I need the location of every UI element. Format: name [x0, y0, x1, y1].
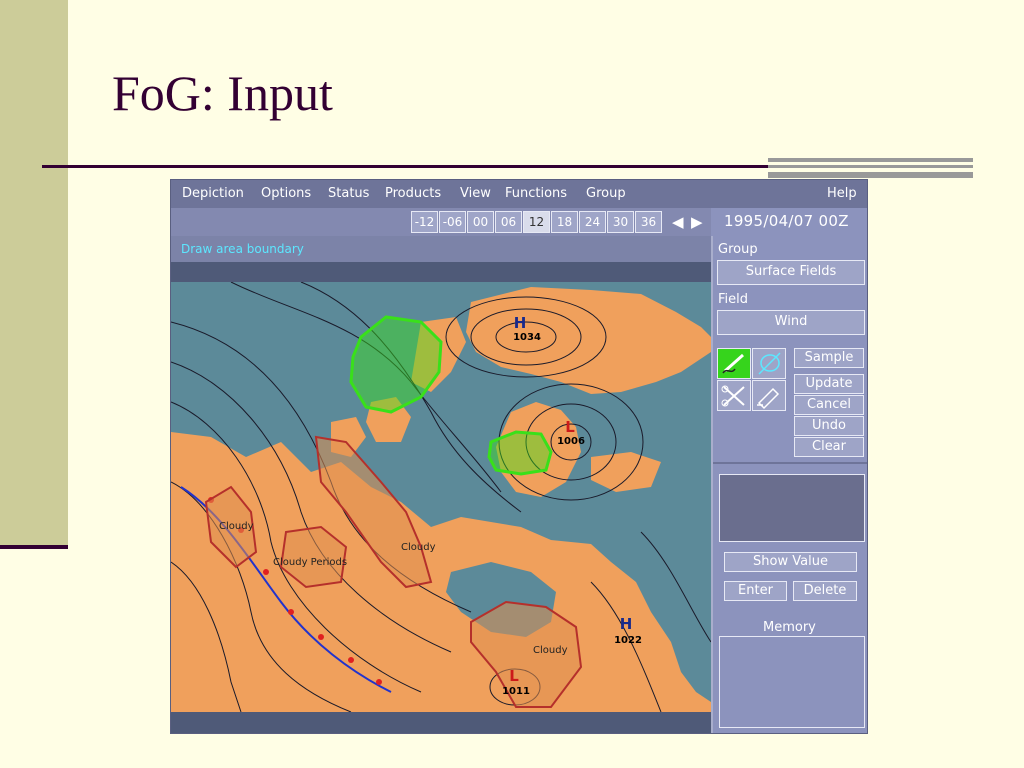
hour-button-00[interactable]: 00	[467, 211, 494, 233]
memory-label: Memory	[763, 620, 816, 635]
drawn-area-boundary	[487, 430, 553, 476]
svg-text:L: L	[509, 667, 519, 685]
menubar: Depiction Options Status Products View F…	[171, 180, 867, 208]
area-label: Cloudy	[533, 645, 568, 656]
enter-button[interactable]: Enter	[724, 581, 787, 601]
menu-group[interactable]: Group	[586, 186, 626, 201]
previous-arrow-icon[interactable]: ◀	[672, 213, 684, 231]
svg-text:1006: 1006	[557, 436, 585, 447]
svg-text:L: L	[565, 418, 575, 436]
valid-datetime: 1995/04/07 00Z	[724, 212, 849, 230]
delete-button[interactable]: Delete	[793, 581, 857, 601]
svg-text:1034: 1034	[513, 332, 541, 343]
status-strip	[171, 262, 711, 282]
menu-view[interactable]: View	[460, 186, 491, 201]
hour-button-24[interactable]: 24	[579, 211, 606, 233]
show-value-button[interactable]: Show Value	[724, 552, 857, 572]
draw-area-tool[interactable]	[752, 348, 786, 379]
menu-functions[interactable]: Functions	[505, 186, 567, 201]
weather-map[interactable]: H 1034 L 1006 H 1022 L 1011 Cloudy Cloud…	[171, 282, 711, 712]
hour-button-minus-12[interactable]: -12	[411, 211, 438, 233]
group-selector[interactable]: Surface Fields	[717, 260, 865, 285]
memory-list[interactable]	[719, 636, 865, 728]
menu-status[interactable]: Status	[328, 186, 369, 201]
panel-divider	[713, 462, 867, 464]
menu-options[interactable]: Options	[261, 186, 311, 201]
hour-button-06[interactable]: 06	[495, 211, 522, 233]
scissors-icon	[721, 385, 745, 407]
edit-tool[interactable]	[752, 380, 786, 411]
slide-side-bar	[0, 0, 68, 545]
menu-products[interactable]: Products	[385, 186, 441, 201]
title-rule	[42, 165, 772, 168]
value-display	[719, 474, 865, 542]
undo-button[interactable]: Undo	[794, 416, 864, 436]
slide-title: FoG: Input	[112, 65, 333, 121]
hour-button-12[interactable]: 12	[523, 211, 550, 233]
status-message: Draw area boundary	[181, 242, 304, 256]
fog-application-window: Depiction Options Status Products View F…	[170, 179, 868, 734]
update-button[interactable]: Update	[794, 374, 864, 394]
control-panel: Group Surface Fields Field Wind Sample U…	[711, 236, 867, 733]
pen-icon	[722, 353, 744, 374]
title-rule-accent	[768, 172, 973, 178]
title-rule-accent	[768, 165, 973, 168]
lasso-icon	[758, 352, 781, 375]
hour-button-36[interactable]: 36	[635, 211, 662, 233]
hour-button-minus-06[interactable]: -06	[439, 211, 466, 233]
svg-text:1022: 1022	[614, 635, 642, 646]
svg-text:1011: 1011	[502, 686, 530, 697]
pencil-icon	[757, 387, 780, 410]
area-label: Cloudy	[219, 521, 254, 532]
erase-tool[interactable]	[717, 380, 751, 411]
draw-pen-tool[interactable]	[717, 348, 751, 379]
svg-text:H: H	[514, 314, 527, 332]
map-bottom-strip	[171, 712, 711, 733]
area-label: Cloudy	[401, 542, 436, 553]
hour-button-18[interactable]: 18	[551, 211, 578, 233]
sample-button[interactable]: Sample	[794, 348, 864, 368]
cancel-button[interactable]: Cancel	[794, 395, 864, 415]
hour-button-30[interactable]: 30	[607, 211, 634, 233]
area-label: Cloudy Periods	[273, 557, 347, 568]
slide-side-line	[0, 545, 68, 549]
menu-depiction[interactable]: Depiction	[182, 186, 244, 201]
group-label: Group	[718, 242, 758, 257]
next-arrow-icon[interactable]: ▶	[691, 213, 703, 231]
title-rule-accent	[768, 158, 973, 162]
menu-help[interactable]: Help	[827, 186, 857, 201]
svg-text:H: H	[620, 615, 633, 633]
field-selector[interactable]: Wind	[717, 310, 865, 335]
field-label: Field	[718, 292, 749, 307]
clear-button[interactable]: Clear	[794, 437, 864, 457]
